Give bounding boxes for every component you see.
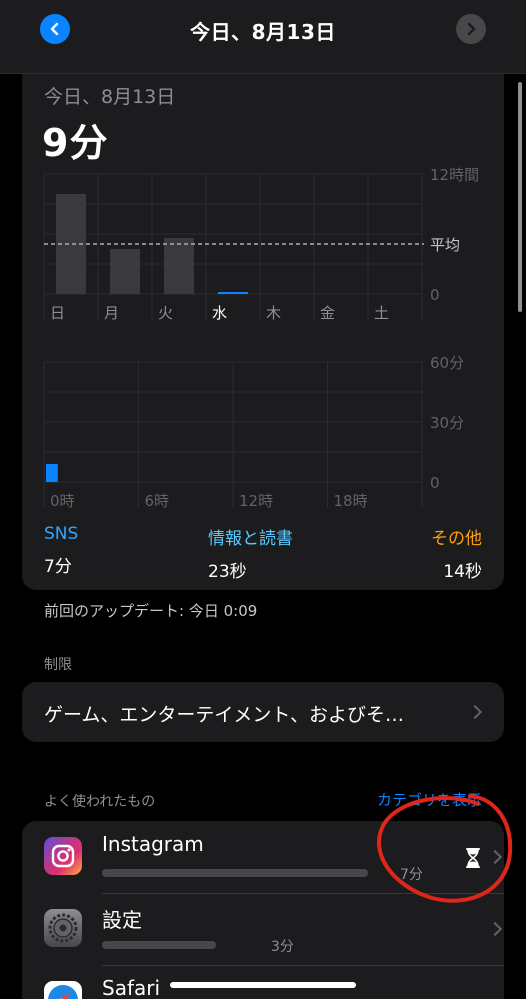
app-name: Instagram [102, 832, 204, 856]
category-name: 情報と読書 [208, 529, 293, 549]
most-used-header: よく使われたもの [44, 794, 156, 810]
settings-gear-icon [44, 909, 82, 947]
hourly-tick-label: 12時 [239, 492, 273, 510]
chevron-right-icon [487, 921, 503, 937]
app-time: 3分 [271, 939, 294, 955]
hourly-tick-label: 18時 [334, 492, 368, 510]
chevron-right-icon [467, 704, 483, 720]
navigation-bar: 今日、8月13日 [0, 0, 526, 74]
hourly-axis-label: 30分 [430, 414, 464, 432]
hourly-axis-label: 0 [430, 474, 440, 492]
category-name: その他 [431, 529, 482, 549]
category-value: 23秒 [208, 562, 247, 582]
category-sns: SNS 7分 [44, 524, 78, 577]
safari-compass-icon [44, 981, 82, 999]
category-info-reading: 情報と読書 23秒 [208, 524, 293, 582]
hourly-tick-label: 0時 [50, 492, 75, 510]
usage-bar [102, 869, 368, 877]
chevron-right-icon [467, 22, 476, 36]
hourly-axis-label: 60分 [430, 354, 464, 372]
nav-title: 今日、8月13日 [190, 20, 336, 44]
category-name: SNS [44, 524, 79, 544]
app-name: 設定 [102, 908, 142, 932]
summary-card: 今日、8月13日 9分 日月火水木金土 12時間 平均 0 0時 6時 12時 18時 60分… [22, 74, 504, 590]
next-day-button[interactable] [456, 14, 486, 44]
category-value: 14秒 [443, 562, 482, 582]
hourly-chart-svg: 0時 6時 12時 18時 60分 30分 0 [43, 354, 464, 510]
usage-bar [102, 941, 216, 949]
last-updated: 前回のアップデート: 今日 0:09 [44, 602, 258, 620]
home-indicator[interactable] [170, 982, 356, 988]
category-other: その他 14秒 [431, 524, 482, 582]
app-name: Safari [102, 976, 161, 999]
category-value: 7分 [44, 557, 72, 577]
limits-header: 制限 [44, 657, 72, 673]
scroll-indicator[interactable] [518, 82, 522, 312]
hourly-tick-label: 6時 [145, 492, 170, 510]
annotation-circle [377, 794, 513, 903]
limit-row[interactable]: ゲーム、エンターテイメント、およびそ… [22, 682, 504, 742]
hourly-bar [46, 464, 58, 482]
limit-item-label: ゲーム、エンターテイメント、およびそ… [44, 704, 405, 726]
instagram-icon [44, 837, 82, 875]
